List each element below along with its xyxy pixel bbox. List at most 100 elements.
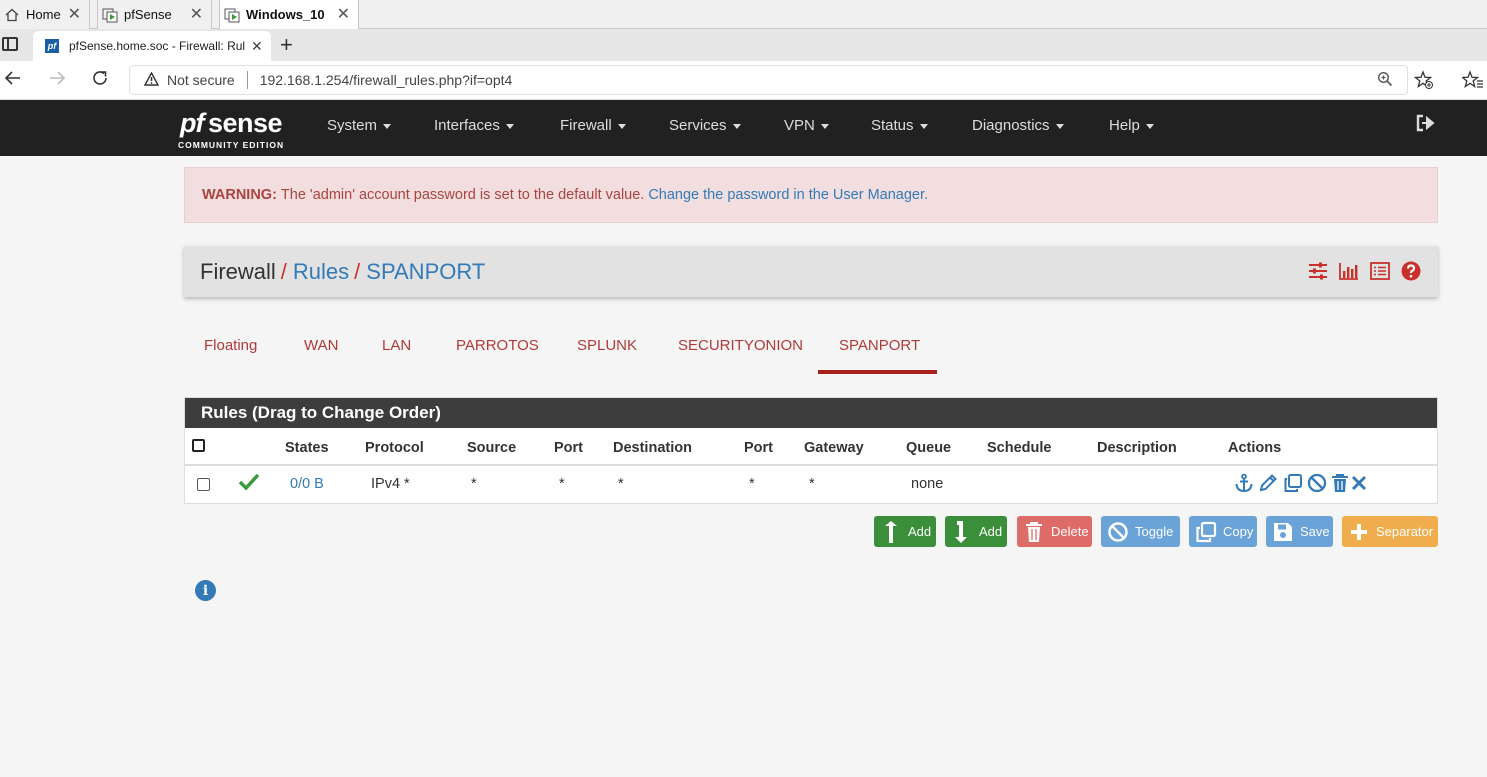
info-icon[interactable]: i — [195, 580, 216, 601]
tab-actions-icon[interactable] — [2, 37, 18, 51]
caret-down-icon — [919, 123, 928, 129]
menu-system[interactable]: System — [327, 117, 392, 134]
pfsense-logo[interactable]: pf sense COMMUNITY EDITION — [178, 108, 298, 152]
vm-icon — [102, 7, 118, 23]
breadcrumb-current[interactable]: SPANPORT — [366, 259, 485, 284]
alert-label: WARNING: — [202, 187, 277, 203]
ban-icon — [1106, 520, 1130, 544]
delete-button[interactable]: Delete — [1017, 516, 1092, 547]
pass-check-icon — [238, 472, 260, 497]
arrow-up-icon — [879, 520, 903, 544]
vm-tab-home[interactable]: Home ✕ — [0, 0, 90, 29]
col-protocol: Protocol — [365, 440, 424, 456]
tab-lan[interactable]: LAN — [382, 337, 411, 354]
tab-wan[interactable]: WAN — [304, 337, 338, 354]
breadcrumb-firewall: Firewall — [200, 259, 276, 284]
browser-tab-title: pfSense.home.soc - Firewall: Rules — [69, 39, 245, 53]
separator-button[interactable]: Separator — [1342, 516, 1438, 547]
col-dest-port: Port — [744, 440, 773, 456]
new-tab-icon[interactable]: + — [280, 32, 293, 58]
row-queue: none — [911, 476, 944, 492]
sliders-icon[interactable] — [1307, 260, 1329, 282]
copy-icon — [1194, 520, 1218, 544]
help-icon[interactable] — [1400, 260, 1422, 282]
menu-diagnostics[interactable]: Diagnostics — [972, 117, 1064, 134]
plus-icon — [1347, 520, 1371, 544]
user-manager-link[interactable]: Change the password in the User Manager. — [648, 187, 928, 203]
menu-vpn[interactable]: VPN — [784, 117, 829, 134]
tab-splunk[interactable]: SPLUNK — [577, 337, 637, 354]
select-all-checkbox[interactable] — [192, 439, 205, 452]
copy-button[interactable]: Copy — [1189, 516, 1257, 547]
vm-tab-label: pfSense — [124, 7, 172, 22]
add-rule-bottom-button[interactable]: Add — [945, 516, 1007, 547]
breadcrumb-panel: Firewall / Rules / SPANPORT — [184, 246, 1438, 297]
toggle-button[interactable]: Toggle — [1101, 516, 1180, 547]
col-actions: Actions — [1228, 440, 1282, 456]
row-port: * — [559, 476, 565, 492]
address-row: Not secure 192.168.1.254/firewall_rules.… — [0, 61, 1487, 100]
menu-services[interactable]: Services — [669, 117, 741, 134]
row-protocol: IPv4 * — [371, 476, 410, 492]
row-states[interactable]: 0/0 B — [290, 476, 324, 492]
tab-securityonion[interactable]: SECURITYONION — [678, 337, 803, 354]
vm-tab-pfsense[interactable]: pfSense ✕ — [97, 0, 212, 29]
browser-tab-strip: pf pfSense.home.soc - Firewall: Rules ✕ … — [0, 29, 1487, 61]
copy-icon[interactable] — [1282, 472, 1304, 494]
delete-x-icon[interactable] — [1348, 472, 1370, 494]
back-arrow-icon[interactable] — [4, 69, 22, 93]
divider — [246, 71, 248, 89]
tab-spanport[interactable]: SPANPORT — [839, 337, 920, 354]
logout-icon[interactable] — [1416, 114, 1436, 138]
close-icon[interactable]: ✕ — [68, 4, 81, 24]
disable-ban-icon[interactable] — [1306, 472, 1328, 494]
refresh-icon[interactable] — [91, 69, 109, 93]
vm-tab-windows10[interactable]: Windows_10 ✕ — [219, 0, 359, 29]
browser-tab-pfsense[interactable]: pf pfSense.home.soc - Firewall: Rules ✕ — [33, 31, 271, 61]
bar-chart-icon[interactable] — [1338, 260, 1360, 282]
row-checkbox[interactable] — [197, 478, 210, 491]
edit-pencil-icon[interactable] — [1257, 472, 1279, 494]
forward-arrow-icon[interactable] — [48, 69, 66, 93]
address-bar[interactable]: Not secure 192.168.1.254/firewall_rules.… — [129, 65, 1408, 95]
warning-triangle-icon[interactable] — [143, 71, 160, 89]
row-gateway: * — [809, 476, 815, 492]
anchor-icon[interactable] — [1233, 472, 1255, 494]
list-icon[interactable] — [1369, 260, 1391, 282]
menu-help[interactable]: Help — [1109, 117, 1154, 134]
tab-floating[interactable]: Floating — [204, 337, 257, 354]
zoom-icon[interactable] — [1377, 71, 1393, 91]
col-states: States — [285, 440, 329, 456]
active-tab-indicator — [818, 370, 937, 374]
save-button[interactable]: Save — [1266, 516, 1333, 547]
default-password-alert: WARNING: The 'admin' account password is… — [184, 167, 1438, 223]
rules-panel: Rules (Drag to Change Order) States Prot… — [184, 397, 1438, 504]
add-rule-top-button[interactable]: Add — [874, 516, 936, 547]
close-icon[interactable]: ✕ — [190, 4, 203, 24]
menu-interfaces[interactable]: Interfaces — [434, 117, 514, 134]
caret-down-icon — [1145, 123, 1154, 129]
home-icon — [4, 7, 20, 23]
caret-down-icon — [383, 123, 392, 129]
row-dest-port: * — [749, 476, 755, 492]
favorites-icon[interactable] — [1460, 70, 1484, 95]
close-icon[interactable]: ✕ — [251, 38, 263, 55]
save-disk-icon — [1271, 520, 1295, 544]
arrow-down-icon — [950, 520, 974, 544]
header-divider — [185, 464, 1437, 466]
col-gateway: Gateway — [804, 440, 864, 456]
vm-tab-strip: Home ✕ pfSense ✕ Windows_10 ✕ — [0, 0, 1487, 29]
breadcrumb-rules-link[interactable]: Rules — [293, 259, 349, 284]
alert-text: The 'admin' account password is set to t… — [280, 187, 645, 203]
url-text: 192.168.1.254/firewall_rules.php?if=opt4 — [259, 72, 513, 88]
not-secure-label: Not secure — [167, 72, 235, 88]
pfsense-favicon: pf — [45, 39, 59, 53]
add-favorite-icon[interactable] — [1413, 70, 1434, 95]
col-destination: Destination — [613, 440, 692, 456]
menu-firewall[interactable]: Firewall — [560, 117, 626, 134]
col-port: Port — [554, 440, 583, 456]
close-icon[interactable]: ✕ — [337, 4, 350, 24]
menu-status[interactable]: Status — [871, 117, 928, 134]
tab-parrotos[interactable]: PARROTOS — [456, 337, 539, 354]
col-source: Source — [467, 440, 517, 456]
